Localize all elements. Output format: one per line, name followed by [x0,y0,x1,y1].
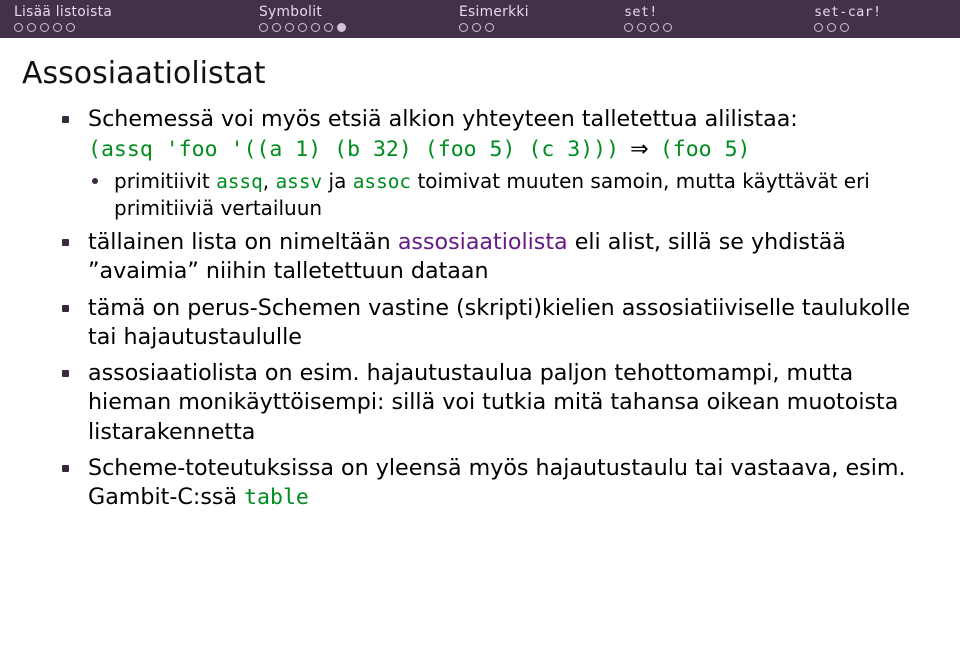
nav-section-4[interactable]: set! [624,4,814,32]
code-assq-result: (foo 5) [660,137,751,162]
text: Scheme-toteutuksissa on yleensä myös haj… [88,455,906,510]
bullet-implementations: Scheme-toteutuksissa on yleensä myös haj… [88,454,920,513]
nav-label: Lisää listoista [14,4,112,21]
term-assosiaatiolista: assosiaatiolista [398,229,568,255]
progress-dots [259,23,346,32]
sub-bullet-primitives: primitiivit assq, assv ja assoc toimivat… [114,168,920,221]
code-assq: assq [216,170,263,193]
slide-title: Assosiaatiolistat [0,38,960,105]
nav-bar: Lisää listoista Symbolit Esimerkki set! … [0,0,960,38]
text: primitiivit [114,169,216,193]
progress-dots [459,23,494,32]
code-assoc: assoc [353,170,411,193]
bullet-alist-term: tällainen lista on nimeltään assosiaatio… [88,228,920,287]
nav-section-2[interactable]: Symbolit [259,4,459,32]
text: tällainen lista on nimeltään [88,229,398,255]
bullet-efficiency: assosiaatiolista on esim. hajautustaulua… [88,359,920,447]
nav-label: set-car! [814,4,881,21]
text: assosiaatiolista on esim. hajautustaulua… [88,360,898,445]
bullet-assq-intro: Schemessä voi myös etsiä alkion yhteytee… [88,105,920,221]
text: Schemessä voi myös etsiä alkion yhteytee… [88,106,798,132]
nav-label: Symbolit [259,4,322,21]
nav-label: set! [624,4,658,21]
nav-section-1[interactable]: Lisää listoista [14,4,259,32]
text: , [263,169,276,193]
bullet-equivalent: tämä on perus-Schemen vastine (skripti)k… [88,294,920,353]
nav-section-3[interactable]: Esimerkki [459,4,624,32]
progress-dots [14,23,75,32]
arrow-icon: ⇒ [630,135,649,164]
code-table: table [244,485,309,510]
code-assq-call: (assq 'foo '((a 1) (b 32) (foo 5) (c 3))… [88,137,619,162]
slide-body: Schemessä voi myös etsiä alkion yhteytee… [0,105,960,539]
progress-dots [624,23,672,32]
nav-section-5[interactable]: set-car! [814,4,946,32]
text: tämä on perus-Schemen vastine (skripti)k… [88,295,910,350]
text: ja [322,169,353,193]
code-assv: assv [275,170,322,193]
nav-label: Esimerkki [459,4,529,21]
progress-dots [814,23,849,32]
